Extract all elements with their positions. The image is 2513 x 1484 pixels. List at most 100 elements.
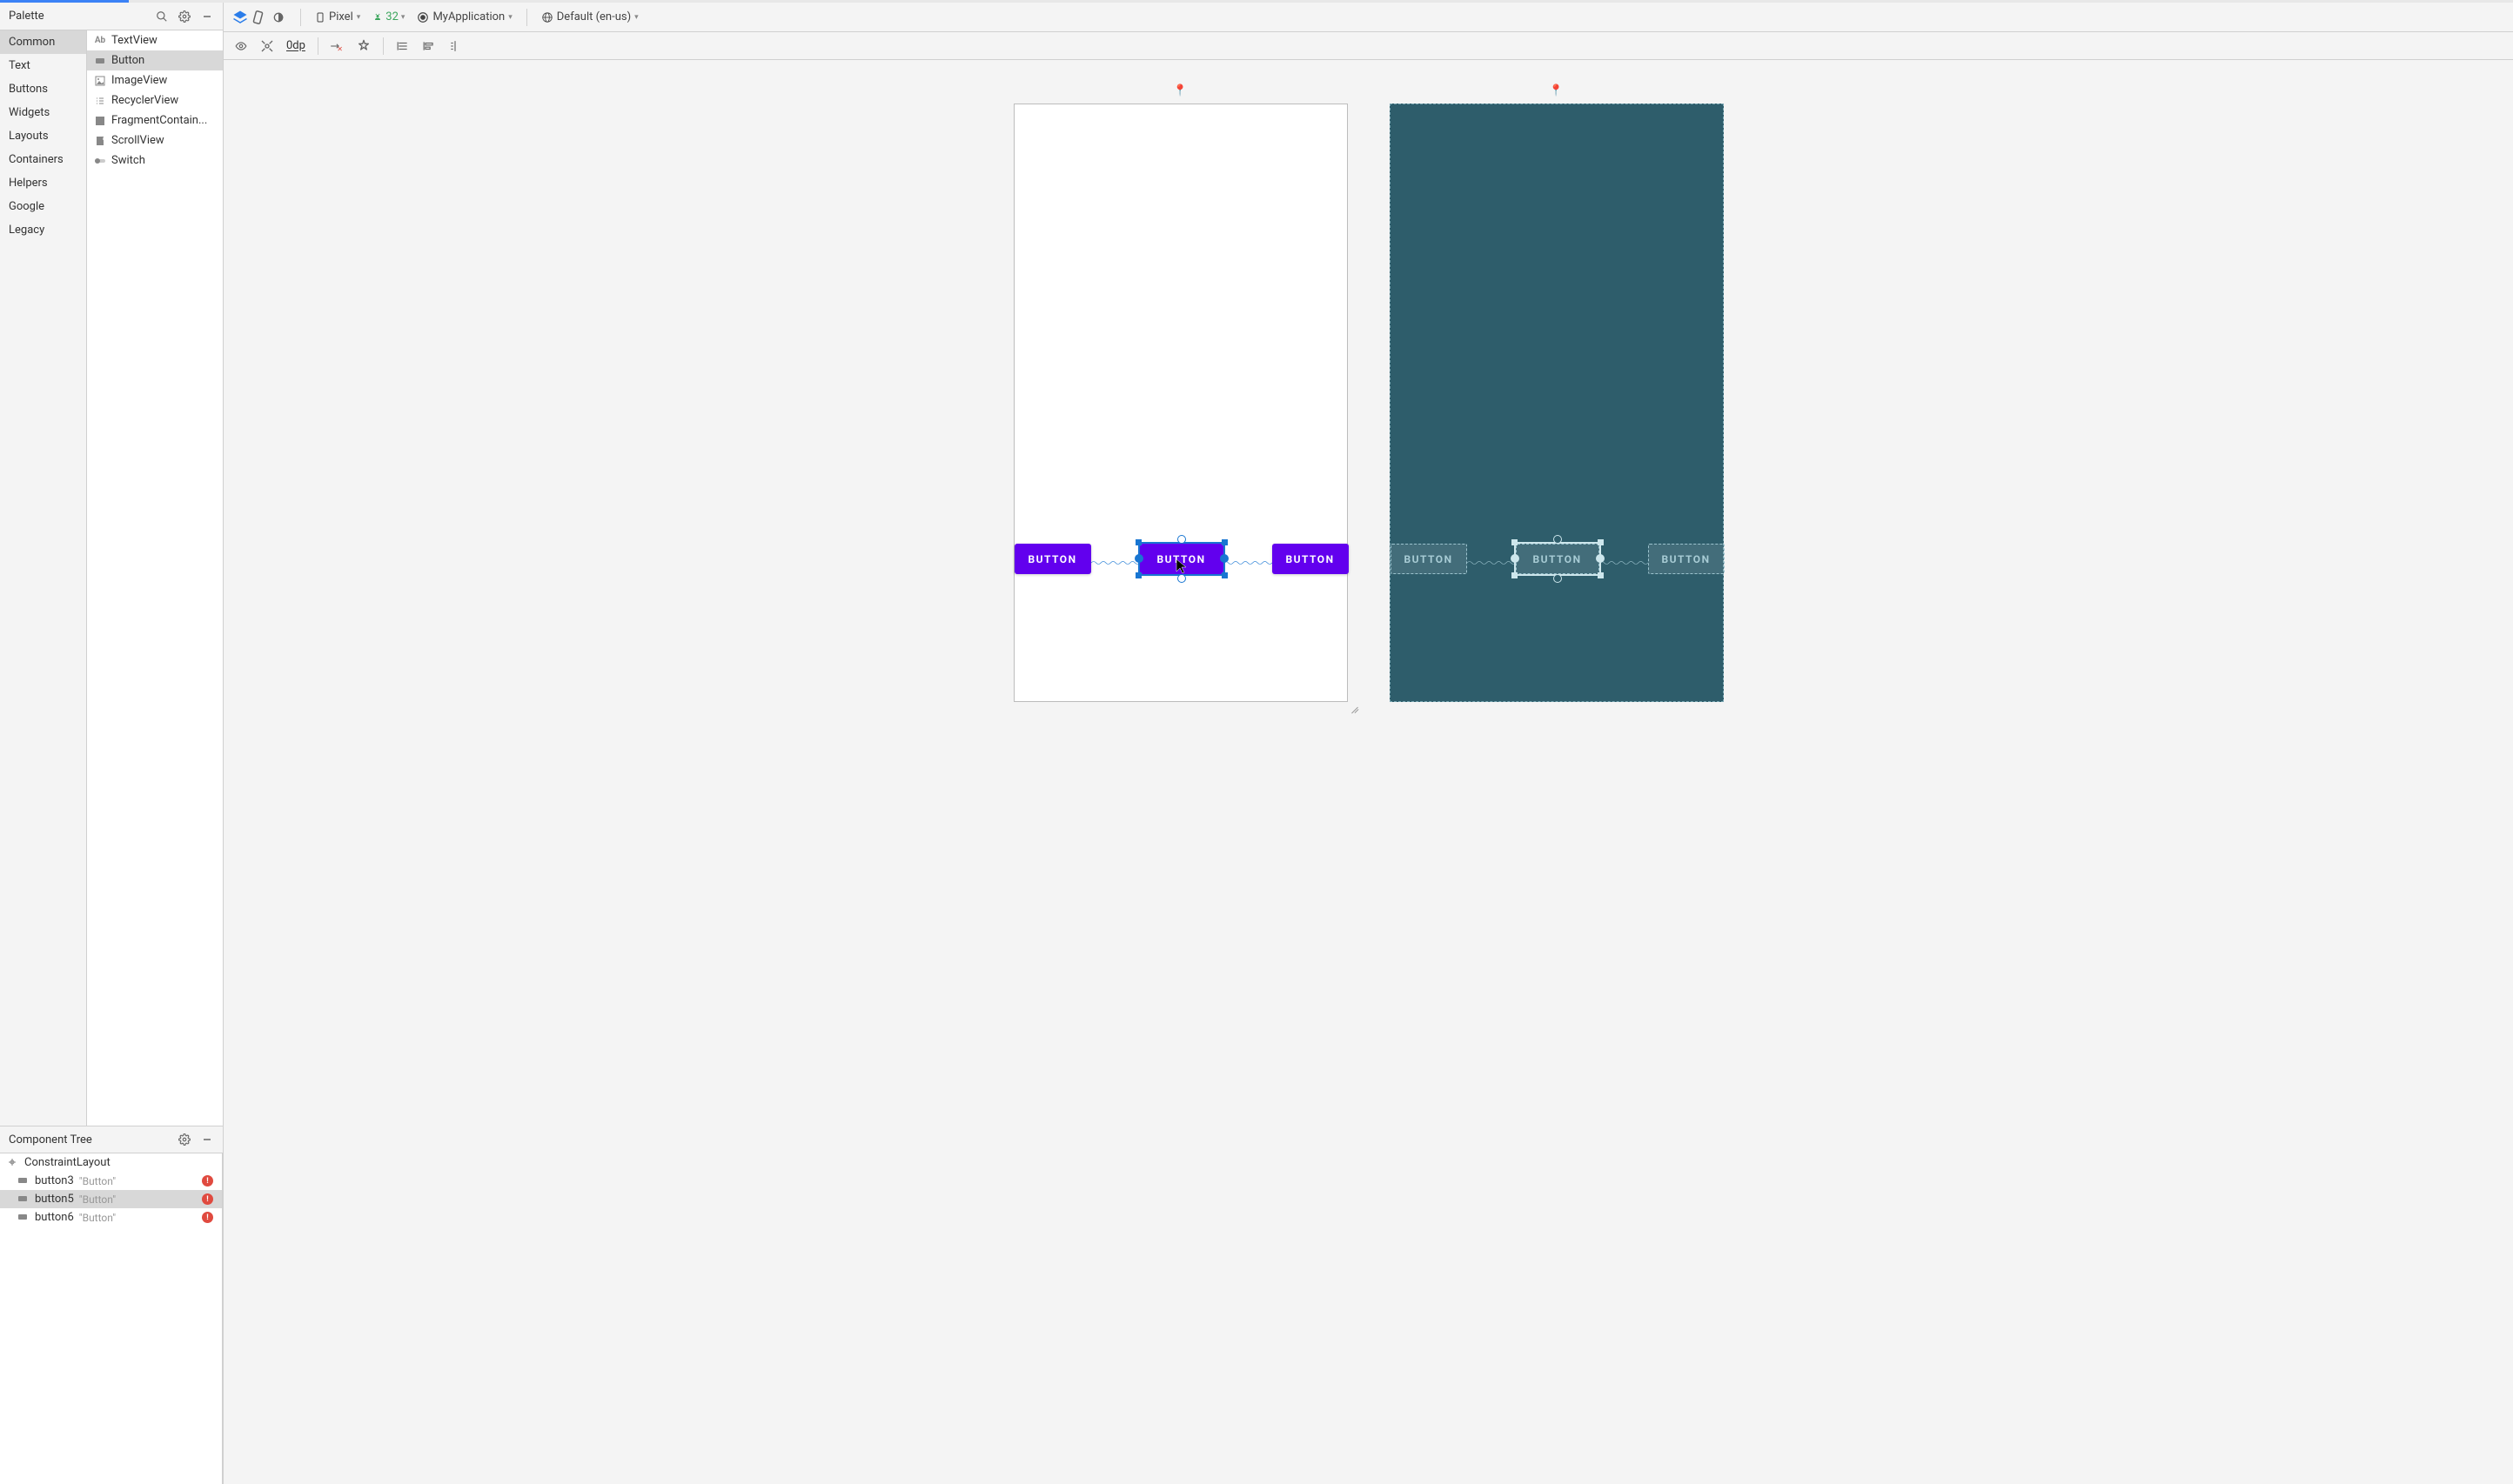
scroll-icon [94,135,106,147]
minimize-icon[interactable] [200,10,214,23]
component-tree-title: Component Tree [9,1133,92,1146]
design-surface-icon[interactable] [232,10,248,25]
tree-item-button6[interactable]: button6"Button" [0,1208,222,1227]
palette-item-switch[interactable]: Switch [87,150,223,170]
palette-category-layouts[interactable]: Layouts [0,124,86,148]
view-options-icon[interactable] [232,37,250,55]
tree-item-id: button3 [35,1174,74,1187]
design-canvas[interactable]: 📍 BUTTONBUTTONBUTTON 📍 BUTTONBUTTONBUTTO… [224,60,2513,1484]
pin-icon: 📍 [1549,84,1563,97]
error-badge-icon [202,1175,213,1187]
night-mode-icon[interactable] [271,10,286,25]
clear-constraints-icon[interactable]: ✕ [329,37,346,55]
palette-category-text[interactable]: Text [0,54,86,77]
align-icon[interactable] [420,37,438,55]
constraint-anchor[interactable] [1177,574,1186,583]
infer-constraints-icon[interactable] [355,37,372,55]
palette-header: Palette [0,3,223,30]
left-panel: Palette CommonTextButtonsWidgetsLayoutsC… [0,3,224,1484]
minimize-icon[interactable] [200,1133,214,1146]
button-widget-button3[interactable]: BUTTON [1391,544,1467,574]
autoconnect-icon[interactable] [258,37,276,55]
selection-handle[interactable] [1136,572,1142,578]
chevron-down-icon: ▾ [634,13,639,22]
tree-item-button5[interactable]: button5"Button" [0,1190,222,1208]
palette-category-containers[interactable]: Containers [0,148,86,171]
palette-item-label: RecyclerView [111,94,178,107]
error-badge-icon [202,1212,213,1223]
gear-icon[interactable] [178,10,191,23]
palette-item-recyclerview[interactable]: RecyclerView [87,90,223,110]
palette-category-legacy[interactable]: Legacy [0,218,86,242]
palette-category-widgets[interactable]: Widgets [0,101,86,124]
orientation-icon[interactable] [251,10,267,25]
palette-category-common[interactable]: Common [0,30,86,54]
tree-item-button3[interactable]: button3"Button" [0,1172,222,1190]
palette-body: CommonTextButtonsWidgetsLayoutsContainer… [0,30,223,1126]
blueprint-view-column: 📍 BUTTONBUTTONBUTTON [1390,84,1724,702]
device-selector[interactable]: Pixel ▾ [315,10,360,24]
constraint-anchor[interactable] [1135,554,1143,563]
search-icon[interactable] [155,10,169,23]
palette-item-imageview[interactable]: ImageView [87,70,223,90]
selection-box[interactable] [1138,542,1225,576]
image-icon [94,75,106,87]
palette-item-label: Switch [111,154,145,167]
selection-handle[interactable] [1511,539,1518,545]
button-icon [17,1175,30,1187]
main-split: Palette CommonTextButtonsWidgetsLayoutsC… [0,3,2513,1484]
locale-label: Default (en-us) [557,10,631,23]
constraint-anchor[interactable] [1511,554,1519,563]
gear-icon[interactable] [178,1133,191,1146]
selection-handle[interactable] [1222,572,1228,578]
constraint-anchor[interactable] [1553,574,1562,583]
selection-handle[interactable] [1136,539,1142,545]
api-label: 32 [385,10,399,23]
list-icon [94,95,106,107]
constraint-anchor[interactable] [1220,554,1229,563]
selection-handle[interactable] [1511,572,1518,578]
palette-item-button[interactable]: Button [87,50,223,70]
palette-item-scrollview[interactable]: ScrollView [87,130,223,150]
error-badge-icon [202,1193,213,1205]
resize-handle[interactable] [1347,701,1359,713]
constraint-anchor[interactable] [1177,535,1186,544]
selection-handle[interactable] [1598,539,1604,545]
pack-icon[interactable] [394,37,412,55]
button-widget-button3[interactable]: BUTTON [1015,544,1091,574]
guidelines-icon[interactable] [446,37,464,55]
tree-item-id: button5 [35,1193,74,1206]
constraint-spring [1223,556,1272,561]
component-tree-header: Component Tree [0,1126,223,1153]
tree-root[interactable]: ConstraintLayout [0,1153,222,1172]
palette-item-label: ImageView [111,74,167,87]
constraint-spring [1599,556,1648,561]
button-widget-button6[interactable]: BUTTON [1272,544,1349,574]
blueprint-surface[interactable]: BUTTONBUTTONBUTTON [1390,104,1724,702]
default-margins-button[interactable]: 0dp [285,39,307,52]
tree-root-label: ConstraintLayout [24,1156,111,1169]
chevron-down-icon: ▾ [401,13,405,22]
selection-box[interactable] [1514,542,1601,576]
constraint-anchor[interactable] [1553,535,1562,544]
palette-category-helpers[interactable]: Helpers [0,171,86,195]
design-toolbar-secondary: 0dp ✕ [224,32,2513,60]
selection-handle[interactable] [1598,572,1604,578]
constraint-anchor[interactable] [1596,554,1605,563]
locale-selector[interactable]: Default (en-us) ▾ [541,10,639,23]
palette-title: Palette [9,10,44,23]
palette-items: AbTextView Button ImageView RecyclerView Fra… [87,30,223,1126]
selection-handle[interactable] [1222,539,1228,545]
palette-item-textview[interactable]: AbTextView [87,30,223,50]
api-selector[interactable]: 32 ▾ [372,10,405,23]
theme-selector[interactable]: MyApplication ▾ [417,10,512,23]
palette-item-label: Button [111,54,144,67]
palette-category-buttons[interactable]: Buttons [0,77,86,101]
switch-icon [94,155,106,167]
layout-editor: Palette CommonTextButtonsWidgetsLayoutsC… [0,0,2513,1484]
button-widget-button6[interactable]: BUTTON [1648,544,1725,574]
device-label: Pixel [329,10,353,23]
palette-category-google[interactable]: Google [0,195,86,218]
palette-item-fragmentcontain-[interactable]: FragmentContain... [87,110,223,130]
design-surface[interactable]: BUTTONBUTTONBUTTON [1014,104,1348,702]
